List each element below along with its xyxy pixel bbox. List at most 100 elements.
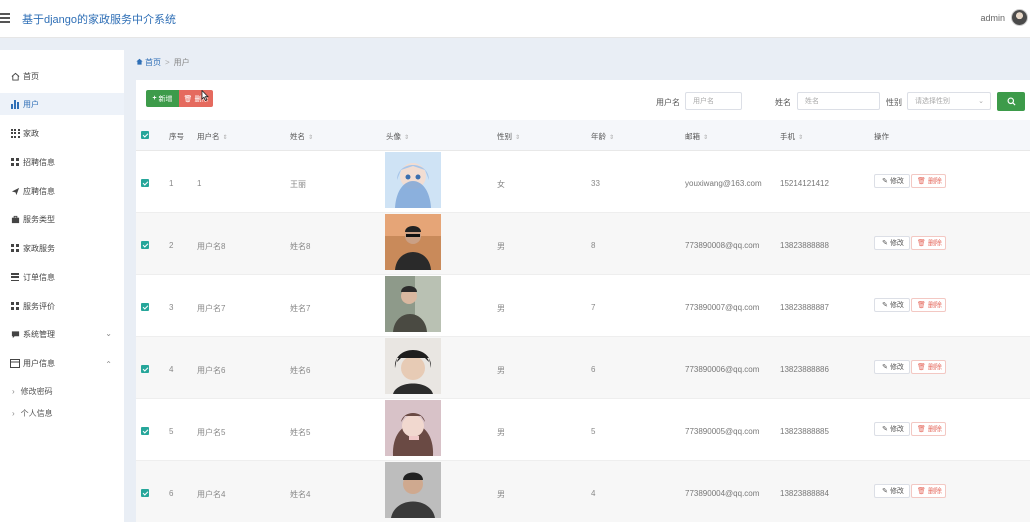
delete-row-button[interactable]: 🗑 删除	[911, 236, 946, 250]
briefcase-icon	[10, 214, 20, 224]
sidebar-item-home[interactable]: 首页	[0, 65, 124, 87]
cell-index: 1	[169, 179, 174, 188]
gender-placeholder: 请选择性别	[915, 98, 950, 105]
column-header-index: 序号	[169, 132, 184, 141]
edit-label: 修改	[889, 178, 904, 185]
column-header-avatar[interactable]: 头像 ⇕	[386, 131, 409, 142]
menu-toggle-icon[interactable]	[0, 11, 12, 25]
delete-row-button[interactable]: 🗑 删除	[911, 360, 946, 374]
sidebar-item-system-management[interactable]: 系统管理 ⌄	[0, 323, 124, 345]
column-header-username[interactable]: 用户名 ⇕	[197, 131, 228, 142]
sidebar-item-label: 服务评价	[23, 301, 55, 311]
cell-gender: 男	[497, 242, 505, 251]
name-label: 姓名	[775, 98, 791, 107]
sidebar-item-users[interactable]: 用户	[0, 93, 124, 115]
edit-button[interactable]: ✎ 修改	[874, 298, 910, 312]
row-checkbox[interactable]	[141, 179, 149, 187]
delete-row-button[interactable]: 🗑 删除	[911, 174, 946, 188]
gender-select[interactable]: 请选择性别 ⌄	[907, 92, 991, 110]
edit-button[interactable]: ✎ 修改	[874, 174, 910, 188]
cell-name: 姓名7	[290, 304, 311, 313]
sidebar: 首页 用户 家政 招聘信息 应聘信息 服务类型 家政服务 订单信息 服务评价 系…	[0, 50, 124, 522]
edit-button[interactable]: ✎ 修改	[874, 360, 910, 374]
gender-label: 性别	[886, 98, 902, 107]
select-all-checkbox[interactable]	[141, 131, 149, 139]
chevron-down-icon: ⌄	[105, 329, 112, 338]
avatar[interactable]	[1011, 9, 1028, 26]
cell-phone: 13823888888	[780, 241, 829, 250]
column-header-actions: 操作	[874, 132, 889, 141]
trash-icon: 🗑	[917, 488, 926, 495]
cell-name: 姓名5	[290, 428, 311, 437]
table-row: 1 1 王丽 女 33 youxiwang@163.com 1521412141…	[136, 151, 1030, 213]
trash-icon: 🗑	[917, 426, 926, 433]
column-header-gender[interactable]: 性别 ⇕	[497, 131, 520, 142]
edit-label: 修改	[889, 302, 904, 309]
sidebar-subitem-change-password[interactable]: › 修改密码	[0, 382, 124, 400]
sidebar-subitem-profile[interactable]: › 个人信息	[0, 404, 124, 422]
sidebar-item-service-types[interactable]: 服务类型	[0, 208, 124, 230]
cell-username: 用户名4	[197, 490, 226, 499]
username-input[interactable]: 用户名	[685, 92, 742, 110]
edit-label: 修改	[889, 364, 904, 371]
sidebar-item-applications[interactable]: 应聘信息	[0, 180, 124, 202]
cell-age: 8	[591, 241, 596, 250]
cell-email: youxiwang@163.com	[685, 179, 762, 188]
add-button[interactable]: + 新增	[146, 90, 179, 107]
name-input[interactable]: 姓名	[797, 92, 880, 110]
cell-age: 4	[591, 489, 596, 498]
grid-icon	[10, 243, 20, 253]
sidebar-item-orders[interactable]: 订单信息	[0, 266, 124, 288]
cell-age: 7	[591, 303, 596, 312]
breadcrumb-current: 用户	[173, 58, 190, 67]
sidebar-item-user-info[interactable]: 用户信息 ⌃	[0, 352, 124, 374]
trash-icon: 🗑	[917, 178, 926, 185]
delete-label: 删除	[927, 488, 942, 495]
delete-row-button[interactable]: 🗑 删除	[911, 484, 946, 498]
row-checkbox[interactable]	[141, 365, 149, 373]
delete-label: 删除	[927, 364, 942, 371]
cell-gender: 男	[497, 490, 505, 499]
avatar-image	[385, 276, 441, 332]
cell-name: 姓名6	[290, 366, 311, 375]
sidebar-item-label: 应聘信息	[23, 186, 55, 196]
delete-label: 删除	[927, 426, 942, 433]
sidebar-item-housekeeping-services[interactable]: 家政服务	[0, 237, 124, 259]
edit-button[interactable]: ✎ 修改	[874, 236, 910, 250]
row-checkbox[interactable]	[141, 241, 149, 249]
column-header-age[interactable]: 年龄 ⇕	[591, 131, 614, 142]
cell-index: 4	[169, 365, 174, 374]
row-checkbox[interactable]	[141, 427, 149, 435]
cell-email: 773890006@qq.com	[685, 365, 760, 374]
sidebar-item-label: 家政	[23, 128, 39, 138]
edit-button[interactable]: ✎ 修改	[874, 484, 910, 498]
cell-email: 773890004@qq.com	[685, 489, 760, 498]
trash-icon: 🗑	[917, 364, 926, 371]
name-placeholder: 姓名	[805, 98, 819, 105]
edit-icon: ✎	[882, 364, 888, 371]
trash-icon: 🗑	[917, 302, 926, 309]
user-name[interactable]: admin	[980, 13, 1005, 23]
delete-label: 删除	[927, 240, 942, 247]
cell-username: 用户名7	[197, 304, 226, 313]
column-header-name[interactable]: 姓名 ⇕	[290, 131, 313, 142]
cell-age: 5	[591, 427, 596, 436]
edit-icon: ✎	[882, 426, 888, 433]
row-checkbox[interactable]	[141, 303, 149, 311]
delete-row-button[interactable]: 🗑 删除	[911, 422, 946, 436]
table-row: 6 用户名4 姓名4 男 4 773890004@qq.com 13823888…	[136, 461, 1030, 522]
sidebar-item-recruitment[interactable]: 招聘信息	[0, 151, 124, 173]
column-header-phone[interactable]: 手机 ⇕	[780, 131, 803, 142]
sort-icon: ⇕	[798, 135, 804, 141]
sidebar-item-housekeeping[interactable]: 家政	[0, 122, 124, 144]
breadcrumb-home[interactable]: 首页	[145, 57, 161, 68]
cell-username: 1	[197, 179, 202, 188]
edit-button[interactable]: ✎ 修改	[874, 422, 910, 436]
delete-row-button[interactable]: 🗑 删除	[911, 298, 946, 312]
home-icon	[10, 71, 20, 81]
row-checkbox[interactable]	[141, 489, 149, 497]
search-button[interactable]	[997, 92, 1025, 111]
send-icon	[10, 186, 20, 196]
sidebar-item-reviews[interactable]: 服务评价	[0, 295, 124, 317]
column-header-email[interactable]: 邮箱 ⇕	[685, 131, 708, 142]
